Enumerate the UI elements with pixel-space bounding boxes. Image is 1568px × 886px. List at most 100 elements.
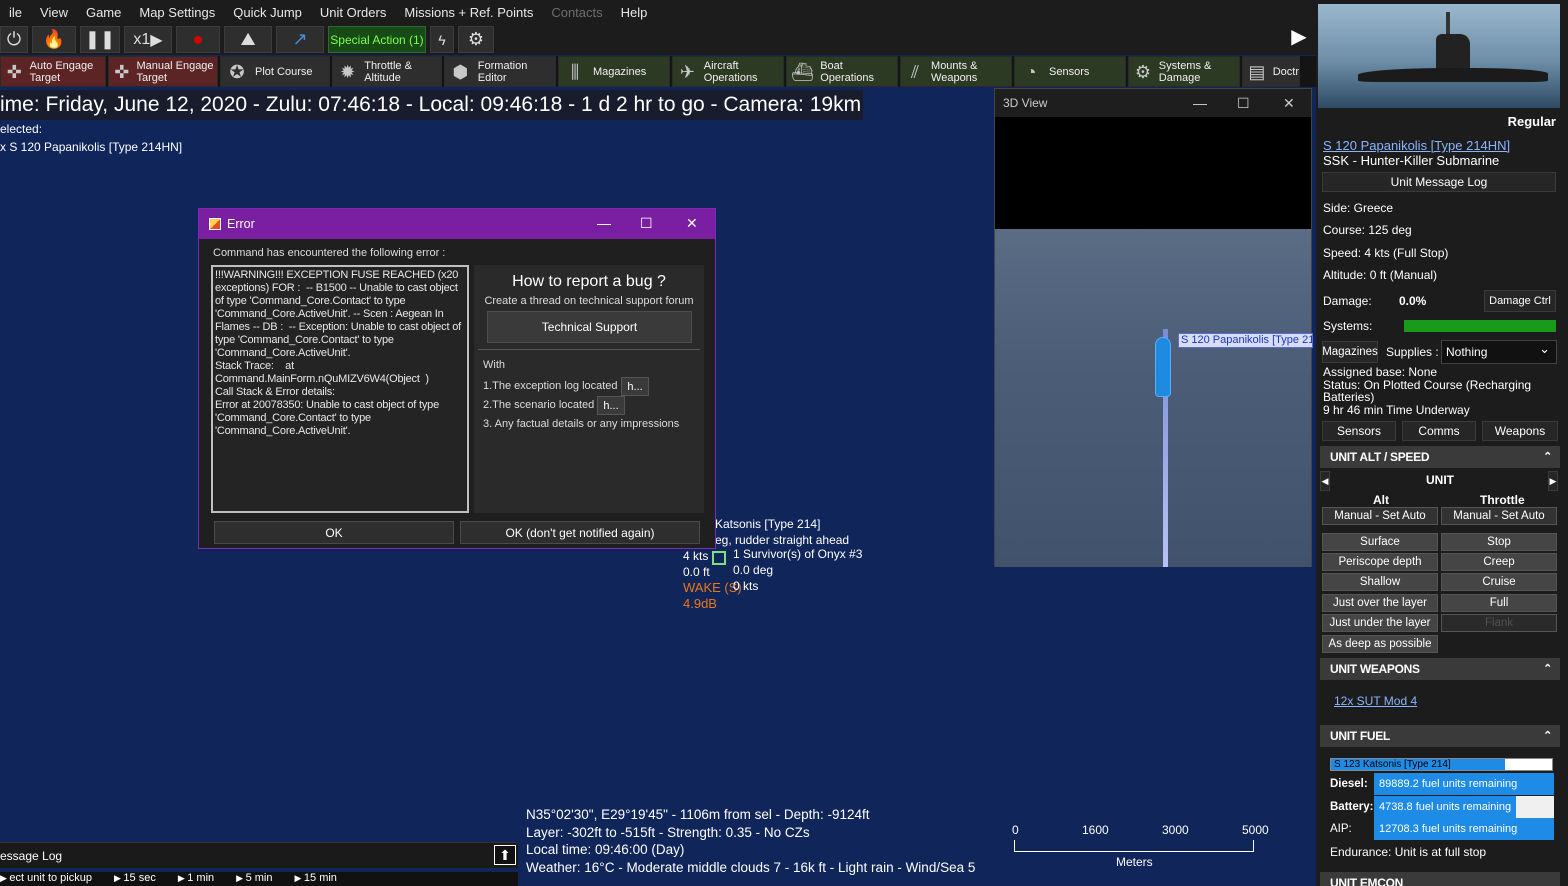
close-icon[interactable]: ✕ <box>1283 95 1295 112</box>
fuel-unit-label: S 123 Katsonis [Type 214] <box>1331 759 1505 770</box>
depth-under-layer-button[interactable]: Just under the layer <box>1322 614 1438 632</box>
depth-over-layer-button[interactable]: Just over the layer <box>1322 594 1438 612</box>
depth-surface-button[interactable]: Surface <box>1322 533 1438 551</box>
order-systems-damage[interactable]: ⚙ Systems & Damage <box>1128 56 1240 87</box>
terrain-icon[interactable]: ⛰ <box>224 26 272 53</box>
order-magazines[interactable]: ⫼ Magazines <box>558 56 670 87</box>
weather-info: Weather: 16°C - Moderate middle clouds 7… <box>526 859 976 875</box>
order-auto-engage[interactable]: ✜ Auto Engage Target <box>0 56 106 87</box>
tab-comms[interactable]: Comms <box>1402 421 1476 441</box>
throttle-cruise-button[interactable]: Cruise <box>1441 573 1557 591</box>
depth-shallow-button[interactable]: Shallow <box>1322 573 1438 591</box>
close-icon[interactable]: ✕ <box>686 215 698 232</box>
collapse-icon[interactable]: ⌃ <box>1543 658 1552 680</box>
submarine-model[interactable] <box>1155 337 1171 397</box>
unit-speed: Speed: 4 kts (Full Stop) <box>1323 246 1449 260</box>
menu-missions[interactable]: Missions + Ref. Points <box>395 5 542 20</box>
fuel-unit-select[interactable]: S 123 Katsonis [Type 214] <box>1330 758 1553 771</box>
proficiency-label: Regular <box>1507 114 1556 129</box>
prev-arrow-icon[interactable]: ◀ <box>1320 471 1330 491</box>
order-manual-engage[interactable]: ✜ Manual Engage Target <box>108 56 218 87</box>
contact-db: 4.9dB <box>683 596 717 611</box>
unit-marker-icon[interactable] <box>712 551 726 565</box>
unit-fuel-header[interactable]: UNIT FUEL ⌃ <box>1320 725 1560 747</box>
damage-control-button[interactable]: Damage Ctrl <box>1484 290 1556 312</box>
alt-speed-header[interactable]: UNIT ALT / SPEED ⌃ <box>1320 446 1560 468</box>
tab-sensors[interactable]: Sensors <box>1322 421 1396 441</box>
menu-unit-orders[interactable]: Unit Orders <box>311 5 395 20</box>
unit-status-line2: Batteries) <box>1323 390 1375 404</box>
error-message-box[interactable]: !!!WARNING!!! EXCEPTION FUSE REACHED (x2… <box>211 265 469 513</box>
time-option[interactable]: 15 sec <box>114 872 155 886</box>
supplies-select[interactable]: Nothing <box>1441 338 1557 364</box>
menu-view[interactable]: View <box>31 5 77 20</box>
technical-support-button[interactable]: Technical Support <box>487 311 692 343</box>
aircraft-icon: ✈ <box>679 61 695 82</box>
sweep-icon[interactable]: ↗ <box>276 26 324 53</box>
unit-emcon-header[interactable]: UNIT EMCON <box>1320 872 1560 886</box>
unit-weapons-header[interactable]: UNIT WEAPONS ⌃ <box>1320 658 1560 680</box>
clock-icon[interactable]: ⏻ <box>0 26 28 53</box>
document-icon: ▤ <box>1248 61 1266 82</box>
orders-bar: ✜ Auto Engage Target ✜ Manual Engage Targe… <box>0 56 1316 87</box>
lightning-icon[interactable]: ϟ <box>430 26 454 53</box>
maximize-icon[interactable]: ☐ <box>640 215 653 232</box>
throttle-full-button[interactable]: Full <box>1441 594 1557 612</box>
next-arrow-icon[interactable]: ▶ <box>1548 471 1558 491</box>
settings-gear-icon[interactable]: ⚙ <box>458 26 494 53</box>
assigned-base: Assigned base: None <box>1323 365 1438 379</box>
exception-log-link-button[interactable]: h... <box>621 377 649 396</box>
selected-unit: x S 120 Papanikolis [Type 214HN] <box>0 140 183 154</box>
order-throttle-altitude[interactable]: ✹ Throttle & Altitude <box>332 56 442 87</box>
tab-weapons[interactable]: Weapons <box>1482 421 1558 441</box>
order-boat-ops[interactable]: ⛴ Boat Operations <box>786 56 898 87</box>
expand-arrow-icon[interactable]: ▶ <box>1286 22 1312 50</box>
minimize-icon[interactable]: — <box>597 215 611 231</box>
crosshair-icon: ✜ <box>114 61 130 82</box>
unit-message-log-button[interactable]: Unit Message Log <box>1322 172 1556 192</box>
order-doctrine[interactable]: ▤ Doctr <box>1242 56 1300 87</box>
throttle-stop-button[interactable]: Stop <box>1441 533 1557 551</box>
record-button[interactable]: ● <box>176 26 220 53</box>
menu-quick-jump[interactable]: Quick Jump <box>224 5 311 20</box>
expand-up-icon[interactable]: ⬆ <box>494 845 516 865</box>
throttle-creep-button[interactable]: Creep <box>1441 553 1557 571</box>
menu-file[interactable]: ile <box>0 5 31 20</box>
menu-map-settings[interactable]: Map Settings <box>130 5 224 20</box>
unit-status-panel: Regular S 120 Papanikolis [Type 214HN] S… <box>1316 0 1568 886</box>
radar-icon: ◔ <box>1025 61 1037 82</box>
minimize-icon[interactable]: — <box>1193 95 1207 111</box>
time-option[interactable]: ect unit to pickup <box>0 872 92 886</box>
manual-throttle-button[interactable]: Manual - Set Auto <box>1441 507 1557 525</box>
ok-button[interactable]: OK <box>214 521 454 544</box>
menu-game[interactable]: Game <box>77 5 130 20</box>
pause-button[interactable]: ❚❚ <box>80 26 120 53</box>
scenario-link-button[interactable]: h... <box>597 396 625 415</box>
3d-view-window: 3D View — ☐ ✕ S 120 Papanikolis [Type 21… <box>994 88 1313 567</box>
order-mounts-weapons[interactable]: ⫽ Mounts & Weapons <box>900 56 1012 87</box>
time-option[interactable]: 5 min <box>236 872 273 886</box>
message-log-bar[interactable]: essage Log <box>0 842 518 868</box>
magazines-button[interactable]: Magazines <box>1322 341 1378 363</box>
fire-icon[interactable]: 🔥 <box>32 26 76 53</box>
order-plot-course[interactable]: ✪ Plot Course <box>220 56 330 87</box>
depth-periscope-button[interactable]: Periscope depth <box>1322 553 1438 571</box>
order-aircraft-ops[interactable]: ✈ Aircraft Operations <box>672 56 784 87</box>
order-sensors[interactable]: ◔ Sensors <box>1014 56 1126 87</box>
report-subheading: Create a thread on technical support for… <box>484 295 694 307</box>
time-option[interactable]: 15 min <box>294 872 337 886</box>
collapse-icon[interactable]: ⌃ <box>1543 446 1552 468</box>
time-option[interactable]: 1 min <box>178 872 214 886</box>
depth-deep-button[interactable]: As deep as possible <box>1322 635 1438 653</box>
special-action-button[interactable]: Special Action (1) <box>328 26 426 53</box>
unit-name-link[interactable]: S 120 Papanikolis [Type 214HN] <box>1323 138 1510 153</box>
speed-button[interactable]: x1 ▶ <box>124 26 172 53</box>
collapse-icon[interactable]: ⌃ <box>1543 725 1552 747</box>
weapon-item-link[interactable]: 12x SUT Mod 4 <box>1334 694 1417 708</box>
order-formation-editor[interactable]: ⬢ Formation Editor <box>444 56 556 87</box>
ok-dont-notify-button[interactable]: OK (don't get notified again) <box>460 521 700 544</box>
section-title: UNIT EMCON <box>1330 876 1403 886</box>
menu-help[interactable]: Help <box>612 5 657 20</box>
maximize-icon[interactable]: ☐ <box>1237 95 1250 112</box>
manual-alt-button[interactable]: Manual - Set Auto <box>1322 507 1438 525</box>
